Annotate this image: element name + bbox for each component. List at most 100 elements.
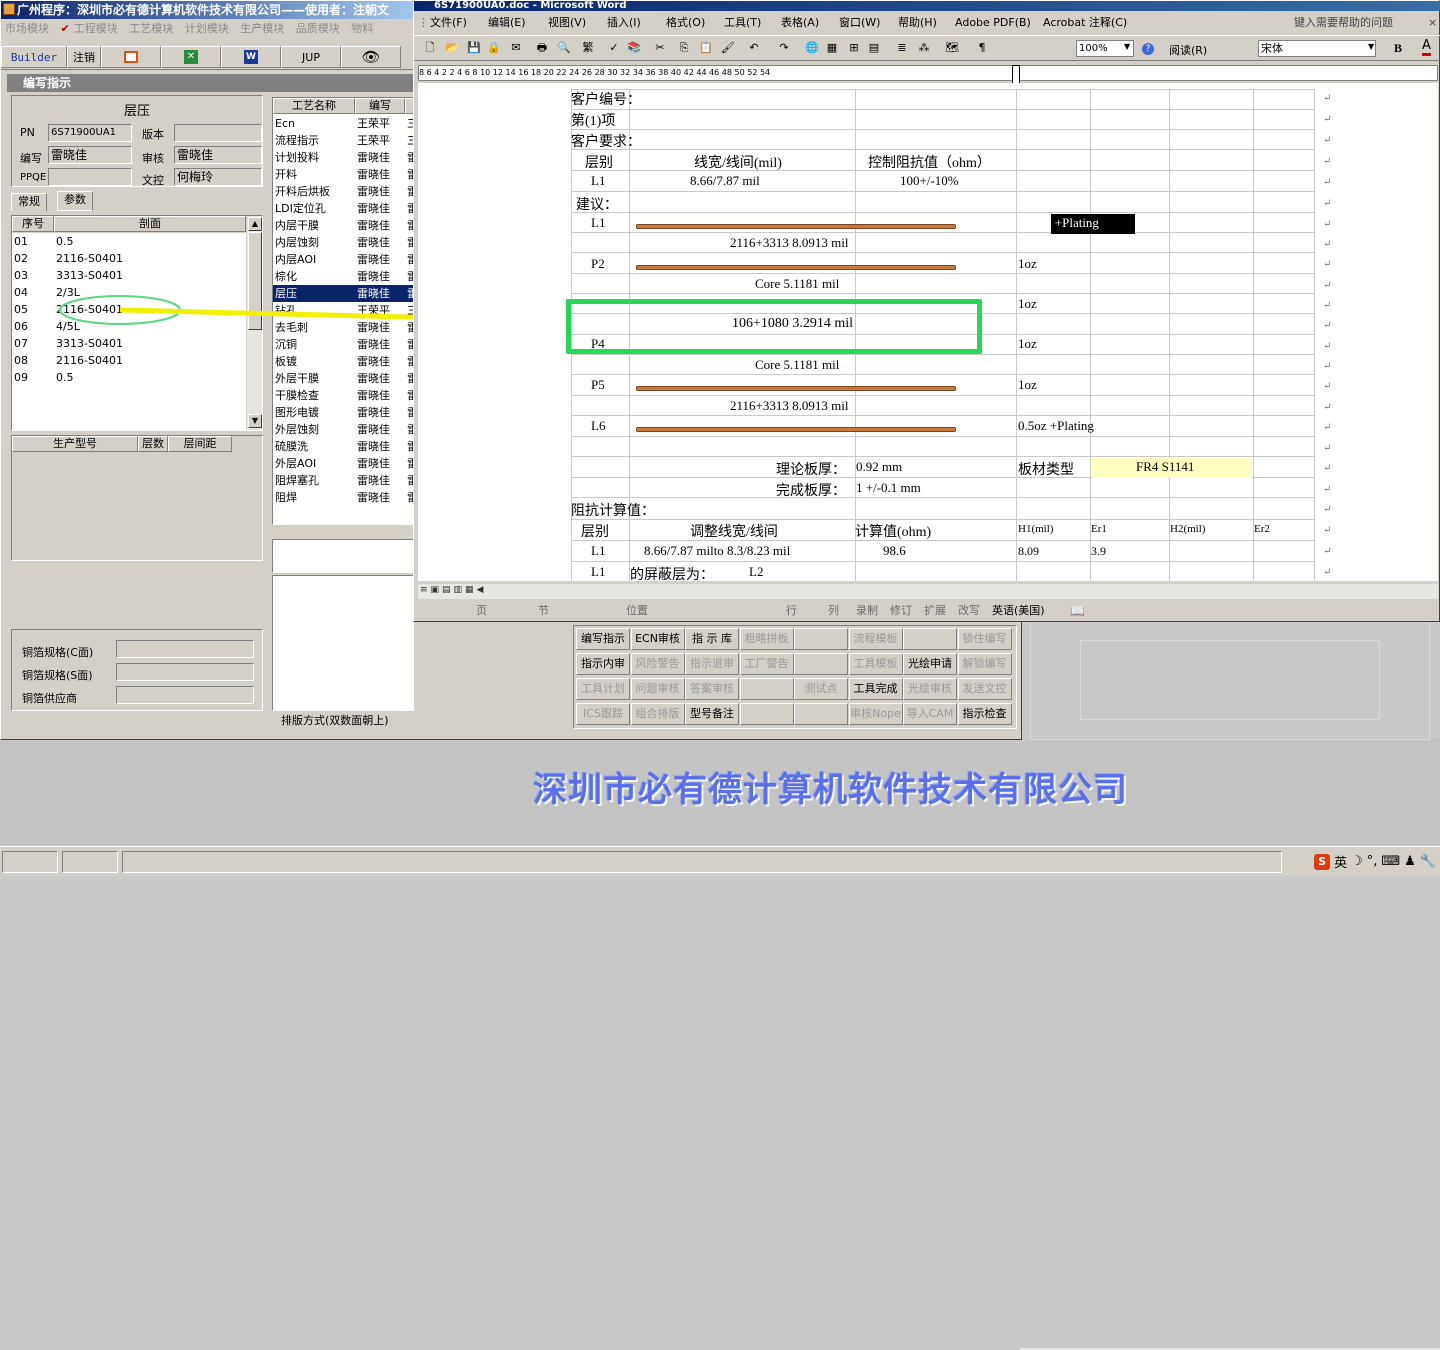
action-button[interactable]: 工具完成 — [848, 678, 903, 700]
word-menu-tools[interactable]: 工具(T) — [724, 12, 761, 34]
tab-general[interactable]: 常规 — [11, 193, 47, 211]
process-row[interactable]: 钻孔王荣平三 — [273, 302, 413, 319]
pn-field[interactable]: 6S71900UA1 — [48, 124, 132, 142]
process-row[interactable]: 沉铜雷晓佳雷 — [273, 336, 413, 353]
sogou-icon[interactable]: S — [1314, 853, 1331, 870]
bold-button[interactable]: B — [1394, 41, 1402, 56]
stack-row[interactable]: 04 2/3L — [12, 284, 246, 301]
status-track[interactable]: 修订 — [890, 602, 912, 620]
col-header-model[interactable]: 生产型号 — [12, 436, 138, 452]
copper-supplier-field[interactable] — [116, 686, 254, 704]
menu-engineering[interactable]: 工程模块 — [74, 22, 118, 35]
word-menu-table[interactable]: 表格(A) — [781, 12, 819, 34]
process-row[interactable]: 内层干膜雷晓佳雷 — [273, 217, 413, 234]
process-row[interactable]: 计划投料雷晓佳雷 — [273, 149, 413, 166]
wrench-icon[interactable]: 🔧 — [1420, 854, 1436, 869]
format-painter-icon[interactable]: 🖌 — [720, 41, 736, 55]
tab-params[interactable]: 参数 — [57, 191, 93, 211]
action-button[interactable]: ICS跟踪 — [576, 703, 630, 725]
process-row[interactable]: 开料后烘板雷晓佳雷 — [273, 183, 413, 200]
action-button[interactable]: 指示检查 — [957, 703, 1012, 725]
scroll-up-icon[interactable]: ▲ — [248, 217, 262, 231]
process-row[interactable]: 外层AOI雷晓佳雷 — [273, 455, 413, 472]
process-row[interactable]: 棕化雷晓佳雷 — [273, 268, 413, 285]
process-row[interactable]: 去毛刺雷晓佳雷 — [273, 319, 413, 336]
process-note-box[interactable] — [272, 539, 414, 573]
punct-icon[interactable]: °, — [1367, 854, 1378, 869]
doc-map-icon[interactable]: 🗺 — [944, 41, 960, 55]
action-button[interactable]: 指示退审 — [685, 653, 739, 675]
word-menu-acrobat[interactable]: Acrobat 注释(C) — [1043, 12, 1127, 34]
process-row[interactable]: LDI定位孔雷晓佳雷 — [273, 200, 413, 217]
spellcheck-icon[interactable]: 📖 — [1070, 602, 1085, 620]
stack-row[interactable]: 09 0.5 — [12, 369, 246, 386]
ime-lang[interactable]: 英 — [1334, 852, 1347, 871]
process-detail-box[interactable] — [272, 575, 414, 711]
col-header-process[interactable]: 工艺名称 — [273, 98, 355, 114]
action-button[interactable]: 答案审核 — [685, 678, 739, 700]
permission-icon[interactable]: 🔒 — [486, 41, 502, 55]
col-header-writer[interactable]: 编写 — [355, 98, 405, 114]
view-button[interactable]: 👁 — [341, 46, 401, 68]
insert-table-icon[interactable]: ⊞ — [846, 41, 862, 55]
action-button[interactable]: 光绘申请 — [903, 653, 957, 675]
action-button[interactable]: 发送文控 — [957, 678, 1012, 700]
excel-table-icon[interactable]: ▤ — [866, 41, 882, 55]
redo-icon[interactable]: ↷ — [776, 41, 792, 55]
word-menu-help[interactable]: 帮助(H) — [898, 12, 937, 34]
process-row[interactable]: 图形电镀雷晓佳雷 — [273, 404, 413, 421]
process-row[interactable]: 流程指示王荣平三 — [273, 132, 413, 149]
help-close-icon[interactable]: × — [1428, 12, 1437, 34]
process-row[interactable]: Ecn王荣平三 — [273, 115, 413, 132]
action-button[interactable]: 工具模板 — [848, 653, 903, 675]
action-button[interactable]: 工具计划 — [576, 678, 630, 700]
builder-button[interactable]: Builder — [1, 46, 67, 68]
font-box[interactable]: 宋体 — [1258, 40, 1376, 57]
moon-icon[interactable]: ☽ — [1351, 854, 1363, 869]
process-row[interactable]: 干膜检查雷晓佳雷 — [273, 387, 413, 404]
action-button[interactable] — [903, 628, 957, 650]
status-extend[interactable]: 扩展 — [924, 602, 946, 620]
process-row[interactable]: 阻焊雷晓佳雷 — [273, 489, 413, 506]
action-button[interactable]: 组合排版 — [630, 703, 685, 725]
stack-row[interactable]: 03 3313-S0401 — [12, 267, 246, 284]
excel-button[interactable]: ✕ — [161, 46, 221, 68]
keyboard-icon[interactable]: ⌨ — [1381, 854, 1400, 869]
stack-row[interactable]: 02 2116-S0401 — [12, 250, 246, 267]
columns-icon[interactable]: ≣ — [894, 41, 910, 55]
view-mode-icons[interactable]: ≡▣▤▥▦◀ — [420, 585, 486, 595]
doc-hscrollbar[interactable]: ≡▣▤▥▦◀ — [418, 583, 1438, 599]
read-mode-button[interactable]: 阅读(R) — [1169, 42, 1207, 58]
font-dropdown-icon[interactable]: ▼ — [1368, 42, 1374, 51]
menu-market[interactable]: 市场模块 — [5, 22, 49, 35]
action-button[interactable] — [739, 678, 794, 700]
action-button[interactable]: 审核Nope — [848, 703, 903, 725]
action-button[interactable]: ECN审核 — [630, 628, 685, 650]
help-search-box[interactable]: 键入需要帮助的问题 — [1294, 12, 1393, 34]
email-icon[interactable]: ✉ — [508, 41, 524, 55]
trad-simp-icon[interactable]: 繁 — [580, 41, 596, 55]
action-button[interactable]: 型号备注 — [685, 703, 739, 725]
process-row[interactable]: 阻焊塞孔雷晓佳雷 — [273, 472, 413, 489]
word-menu-adobe[interactable]: Adobe PDF(B) — [955, 12, 1031, 34]
action-button[interactable]: 指 示 库 — [685, 628, 739, 650]
word-menu-edit[interactable]: 编辑(E) — [488, 12, 526, 34]
process-row[interactable]: 开料雷晓佳雷 — [273, 166, 413, 183]
status-record[interactable]: 录制 — [856, 602, 878, 620]
copy-icon[interactable]: ⎘ — [676, 41, 692, 55]
zoom-dropdown-icon[interactable]: ▼ — [1124, 42, 1130, 51]
action-button[interactable]: 指示内审 — [576, 653, 630, 675]
process-row[interactable]: 层压雷晓佳雷 — [273, 285, 413, 302]
action-button[interactable]: 风险警告 — [630, 653, 685, 675]
cut-icon[interactable]: ✂ — [652, 41, 668, 55]
action-button[interactable]: 解锁编写 — [957, 653, 1012, 675]
scroll-thumb[interactable] — [248, 232, 262, 330]
report-icon-button[interactable] — [101, 46, 161, 68]
new-doc-icon[interactable]: 🗋 — [422, 41, 438, 55]
col-header-spacing[interactable]: 层间距 — [168, 436, 232, 452]
user-icon[interactable]: ♟ — [1404, 854, 1416, 869]
writer-field[interactable]: 雷晓佳 — [48, 146, 132, 164]
ruler[interactable]: 8 6 4 2 2 4 6 8 10 12 14 16 18 20 22 24 … — [418, 65, 1438, 81]
stack-row[interactable]: 07 3313-S0401 — [12, 335, 246, 352]
copper-s-field[interactable] — [116, 663, 254, 681]
